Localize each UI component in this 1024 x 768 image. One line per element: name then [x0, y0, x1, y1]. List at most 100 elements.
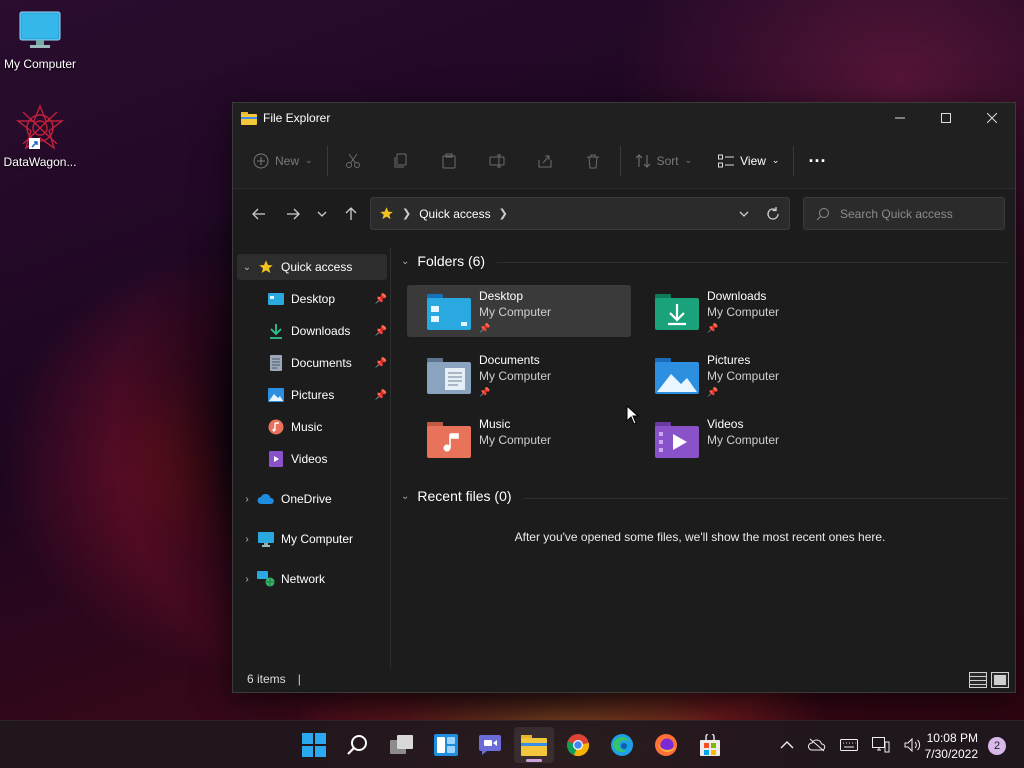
new-button[interactable]: New ⌄ [245, 145, 321, 177]
task-view-button[interactable] [382, 727, 422, 763]
desktop-icon-my-computer[interactable]: My Computer [0, 10, 80, 71]
sort-button[interactable]: Sort ⌄ [627, 145, 701, 177]
sidebar-item-music[interactable]: Music [237, 414, 387, 440]
chevron-right-icon[interactable]: › [237, 574, 257, 585]
forward-button[interactable] [277, 198, 309, 230]
copy-icon [394, 153, 407, 167]
more-icon: ... [808, 146, 827, 166]
chrome-button[interactable] [558, 727, 598, 763]
clock-date: 7/30/2022 [924, 747, 978, 761]
monitor-icon [258, 531, 274, 547]
search-input[interactable] [840, 206, 1000, 221]
address-bar[interactable]: ❯ Quick access ❯ [370, 197, 790, 230]
datawagon-shortcut-icon [15, 104, 65, 150]
sidebar-item-label: Documents [291, 356, 352, 370]
sidebar-item-label: Pictures [291, 388, 335, 402]
widgets-icon [434, 734, 458, 756]
taskbar: 10:08 PM 7/30/2022 2 [0, 720, 1024, 768]
pictures-folder-icon [655, 358, 699, 394]
pin-icon: 📌 [479, 323, 491, 333]
edge-button[interactable] [602, 727, 642, 763]
sidebar-item-downloads[interactable]: Downloads 📌 [237, 318, 387, 344]
recent-locations-button[interactable] [309, 198, 335, 230]
chevron-down-icon[interactable]: ⌄ [237, 262, 257, 273]
download-icon [270, 324, 282, 339]
sidebar-item-label: Videos [291, 452, 328, 466]
downloads-folder-icon [655, 294, 699, 330]
chevron-up-icon[interactable] [780, 741, 794, 749]
widgets-button[interactable] [426, 727, 466, 763]
arrow-right-icon [287, 208, 300, 220]
address-history-button[interactable] [731, 198, 757, 230]
folder-tile-desktop[interactable]: Desktop My Computer 📌 [407, 285, 631, 337]
search-box[interactable] [803, 197, 1005, 230]
volume-icon[interactable] [904, 738, 922, 752]
folder-location: My Computer [707, 305, 780, 319]
folder-tile-downloads[interactable]: Downloads My Computer 📌 [635, 285, 859, 337]
view-button[interactable]: View ⌄ [710, 145, 787, 177]
title-bar[interactable]: File Explorer [233, 103, 1015, 133]
chevron-right-icon[interactable]: › [237, 494, 257, 505]
navigation-pane: ⌄ Quick access Desktop 📌 Downloads 📌 Doc… [233, 248, 391, 668]
sidebar-item-onedrive[interactable]: › OneDrive [237, 486, 387, 512]
sidebar-item-documents[interactable]: Documents 📌 [237, 350, 387, 376]
sidebar-item-my-computer[interactable]: › My Computer [237, 526, 387, 552]
folders-section-header[interactable]: ⌄ Folders (6) [401, 253, 485, 269]
status-separator: | [297, 672, 301, 686]
videos-icon [269, 451, 283, 467]
sidebar-item-network[interactable]: › Network [237, 566, 387, 592]
close-icon [987, 113, 997, 123]
keyboard-icon[interactable] [840, 739, 858, 751]
sidebar-item-quick-access[interactable]: ⌄ Quick access [237, 254, 387, 280]
pin-icon: 📌 [707, 323, 719, 333]
chevron-right-icon[interactable]: › [237, 534, 257, 545]
chat-button[interactable] [470, 727, 510, 763]
minimize-button[interactable] [877, 103, 923, 133]
maximize-button[interactable] [923, 103, 969, 133]
clock[interactable]: 10:08 PM 7/30/2022 [925, 730, 978, 762]
back-button[interactable] [243, 198, 275, 230]
share-button[interactable] [530, 145, 560, 177]
chevron-down-icon[interactable]: ⌄ [401, 256, 409, 267]
cut-button[interactable] [338, 145, 368, 177]
folder-tile-videos[interactable]: Videos My Computer [635, 413, 859, 465]
desktop-icon-datawagon[interactable]: DataWagon... [0, 104, 80, 169]
folder-location: My Computer [479, 305, 552, 319]
refresh-button[interactable] [757, 198, 789, 230]
paste-button[interactable] [434, 145, 464, 177]
sidebar-item-videos[interactable]: Videos [237, 446, 387, 472]
breadcrumb-chevron-icon[interactable]: ❯ [499, 207, 508, 220]
more-options-button[interactable]: ... [800, 145, 834, 177]
up-button[interactable] [335, 198, 367, 230]
sidebar-item-desktop[interactable]: Desktop 📌 [237, 286, 387, 312]
sidebar-item-pictures[interactable]: Pictures 📌 [237, 382, 387, 408]
folder-tile-documents[interactable]: Documents My Computer 📌 [407, 349, 631, 401]
firefox-button[interactable] [646, 727, 686, 763]
taskbar-search-button[interactable] [338, 727, 378, 763]
delete-button[interactable] [578, 145, 608, 177]
rename-button[interactable] [482, 145, 512, 177]
tiles-view-icon[interactable] [991, 672, 1009, 688]
close-button[interactable] [969, 103, 1015, 133]
scissors-icon [345, 153, 360, 168]
file-explorer-taskbar-button[interactable] [514, 727, 554, 763]
document-icon [270, 355, 282, 371]
star-icon [380, 207, 393, 220]
recent-files-header[interactable]: ⌄ Recent files (0) [401, 488, 512, 504]
copy-button[interactable] [386, 145, 416, 177]
monitor-icon [19, 11, 61, 48]
network-status-icon[interactable] [872, 737, 890, 753]
folder-tile-pictures[interactable]: Pictures My Computer 📌 [635, 349, 859, 401]
folder-location: My Computer [707, 433, 780, 447]
details-view-icon[interactable] [969, 672, 987, 688]
onedrive-offline-icon[interactable] [808, 738, 826, 752]
store-button[interactable] [690, 727, 730, 763]
window-title: File Explorer [263, 111, 331, 125]
recent-files-empty-message: After you've opened some files, we'll sh… [514, 530, 886, 544]
chevron-down-icon: ⌄ [771, 155, 780, 165]
notification-badge[interactable]: 2 [988, 737, 1006, 755]
chevron-down-icon[interactable]: ⌄ [401, 491, 409, 502]
breadcrumb-quick-access[interactable]: Quick access [419, 207, 490, 221]
folder-tile-music[interactable]: Music My Computer [407, 413, 631, 465]
start-button[interactable] [294, 727, 334, 763]
